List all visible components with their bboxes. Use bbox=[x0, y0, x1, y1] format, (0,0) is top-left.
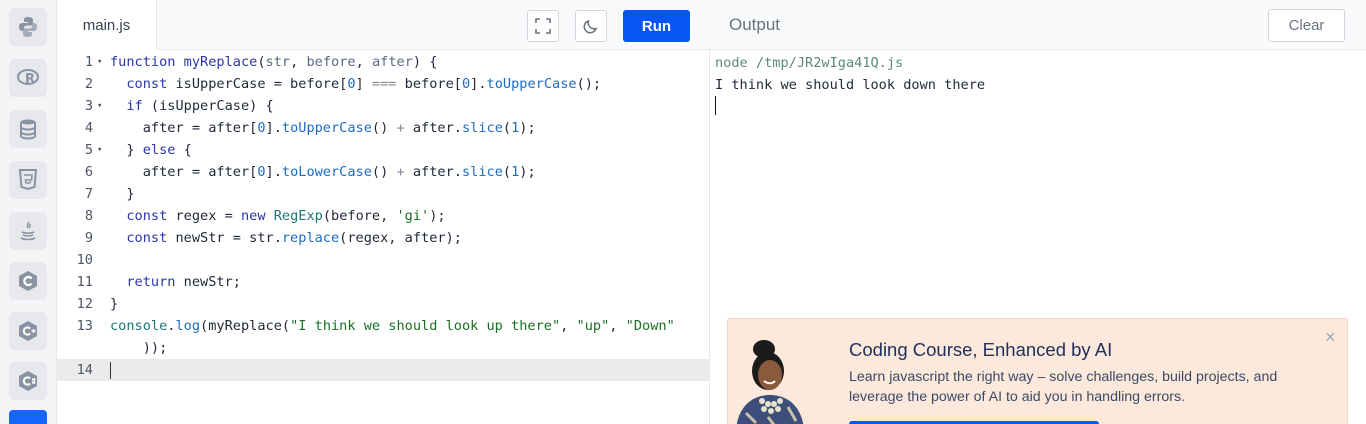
code-text: const regex = new RegExp(before, 'gi'); bbox=[126, 208, 446, 224]
promo-title: Coding Course, Enhanced by AI bbox=[849, 339, 1113, 360]
database-icon[interactable] bbox=[9, 110, 47, 148]
python-icon[interactable] bbox=[9, 8, 47, 46]
code-line[interactable]: 8 const regex = new RegExp(before, 'gi')… bbox=[57, 205, 710, 227]
online-compiler: R main.js Run 1 ▾ function myReplace(str… bbox=[0, 0, 1366, 424]
code-text: } bbox=[110, 186, 135, 202]
code-text: const newStr = str.replace(regex, after)… bbox=[126, 230, 462, 246]
code-line[interactable]: 13 console.log(myReplace("I think we shou… bbox=[57, 315, 710, 337]
code-line[interactable]: 2 const isUpperCase = before[0] === befo… bbox=[57, 73, 710, 95]
code-text: after = after[0].toUpperCase() + after.s… bbox=[110, 120, 536, 136]
cpp-icon[interactable] bbox=[9, 312, 47, 350]
code-text: function myReplace(str, before, after) { bbox=[110, 54, 438, 70]
code-line[interactable]: 7 } bbox=[57, 183, 710, 205]
language-sidebar: R bbox=[0, 0, 57, 424]
r-icon[interactable]: R bbox=[9, 59, 47, 97]
code-text: const isUpperCase = before[0] === before… bbox=[126, 76, 602, 92]
code-text: } bbox=[110, 296, 119, 312]
code-text: return newStr; bbox=[126, 274, 241, 290]
editor-toolbar: main.js Run bbox=[57, 0, 710, 50]
line-number: 10 bbox=[76, 252, 93, 268]
run-button[interactable]: Run bbox=[623, 10, 690, 42]
line-number: 8 bbox=[84, 208, 93, 224]
theme-toggle-button[interactable] bbox=[575, 10, 607, 42]
code-text: console.log(myReplace("I think we should… bbox=[110, 318, 675, 334]
line-number: 2 bbox=[84, 76, 93, 92]
code-line[interactable]: 1 ▾ function myReplace(str, before, after)… bbox=[57, 51, 710, 73]
code-area[interactable]: 1 ▾ function myReplace(str, before, after)… bbox=[57, 50, 710, 424]
text-cursor bbox=[110, 362, 111, 379]
output-header: Output Clear bbox=[710, 0, 1366, 50]
csharp-icon[interactable] bbox=[9, 362, 47, 400]
fold-arrow-icon[interactable]: ▾ bbox=[97, 139, 107, 161]
promo-banner: × Coding Course, Enhanced by AI Learn ja… bbox=[727, 318, 1348, 424]
fold-arrow-icon[interactable]: ▾ bbox=[97, 95, 107, 117]
line-number: 12 bbox=[76, 296, 93, 312]
fold-arrow-icon[interactable]: ▾ bbox=[97, 51, 107, 73]
code-line[interactable]: 4 after = after[0].toUpperCase() + after… bbox=[57, 117, 710, 139]
terminal-command: node /tmp/JR2wIga41Q.js bbox=[715, 55, 904, 71]
terminal-output[interactable]: node /tmp/JR2wIga41Q.js I think we shoul… bbox=[715, 52, 985, 96]
line-number: 6 bbox=[84, 164, 93, 180]
code-editor-pane: main.js Run 1 ▾ function myReplace(str, be… bbox=[57, 0, 710, 424]
output-title: Output bbox=[729, 15, 781, 34]
output-pane: Output Clear node /tmp/JR2wIga41Q.js I t… bbox=[710, 0, 1366, 424]
code-line[interactable]: 9 const newStr = str.replace(regex, afte… bbox=[57, 227, 710, 249]
promo-close-icon[interactable]: × bbox=[1325, 328, 1336, 346]
code-line[interactable]: 11 return newStr; bbox=[57, 271, 710, 293]
java-icon[interactable] bbox=[9, 212, 47, 250]
line-number: 4 bbox=[84, 120, 93, 136]
code-line[interactable]: 3 ▾ if (isUpperCase) { bbox=[57, 95, 710, 117]
fullscreen-icon bbox=[535, 18, 551, 34]
svg-text:R: R bbox=[25, 72, 35, 87]
terminal-cursor bbox=[715, 96, 716, 115]
code-line[interactable]: 5 ▾ } else { bbox=[57, 139, 710, 161]
c-icon[interactable] bbox=[9, 262, 47, 300]
javascript-icon[interactable] bbox=[9, 410, 47, 424]
html5-icon[interactable] bbox=[9, 161, 47, 199]
line-number: 13 bbox=[76, 318, 93, 334]
promo-description: Learn javascript the right way – solve c… bbox=[849, 369, 1278, 405]
code-text: if (isUpperCase) { bbox=[126, 98, 274, 114]
clear-button[interactable]: Clear bbox=[1268, 9, 1345, 42]
line-number: 7 bbox=[84, 186, 93, 202]
code-line[interactable]: 12} bbox=[57, 293, 710, 315]
code-line[interactable]: 14 bbox=[57, 359, 710, 381]
instructor-avatar bbox=[736, 340, 804, 424]
code-line[interactable]: 6 after = after[0].toLowerCase() + after… bbox=[57, 161, 710, 183]
code-line[interactable]: 10 bbox=[57, 249, 710, 271]
line-number: 14 bbox=[76, 362, 93, 378]
code-text: )); bbox=[110, 340, 168, 356]
code-line[interactable]: )); bbox=[57, 337, 710, 359]
moon-icon bbox=[583, 19, 598, 34]
code-text: after = after[0].toLowerCase() + after.s… bbox=[110, 164, 536, 180]
terminal-result: I think we should look down there bbox=[715, 77, 986, 93]
fullscreen-button[interactable] bbox=[527, 10, 559, 42]
code-text: } else { bbox=[110, 142, 192, 158]
line-number: 9 bbox=[84, 230, 93, 246]
file-tab-main-js[interactable]: main.js bbox=[57, 0, 157, 50]
line-number: 11 bbox=[76, 274, 93, 290]
